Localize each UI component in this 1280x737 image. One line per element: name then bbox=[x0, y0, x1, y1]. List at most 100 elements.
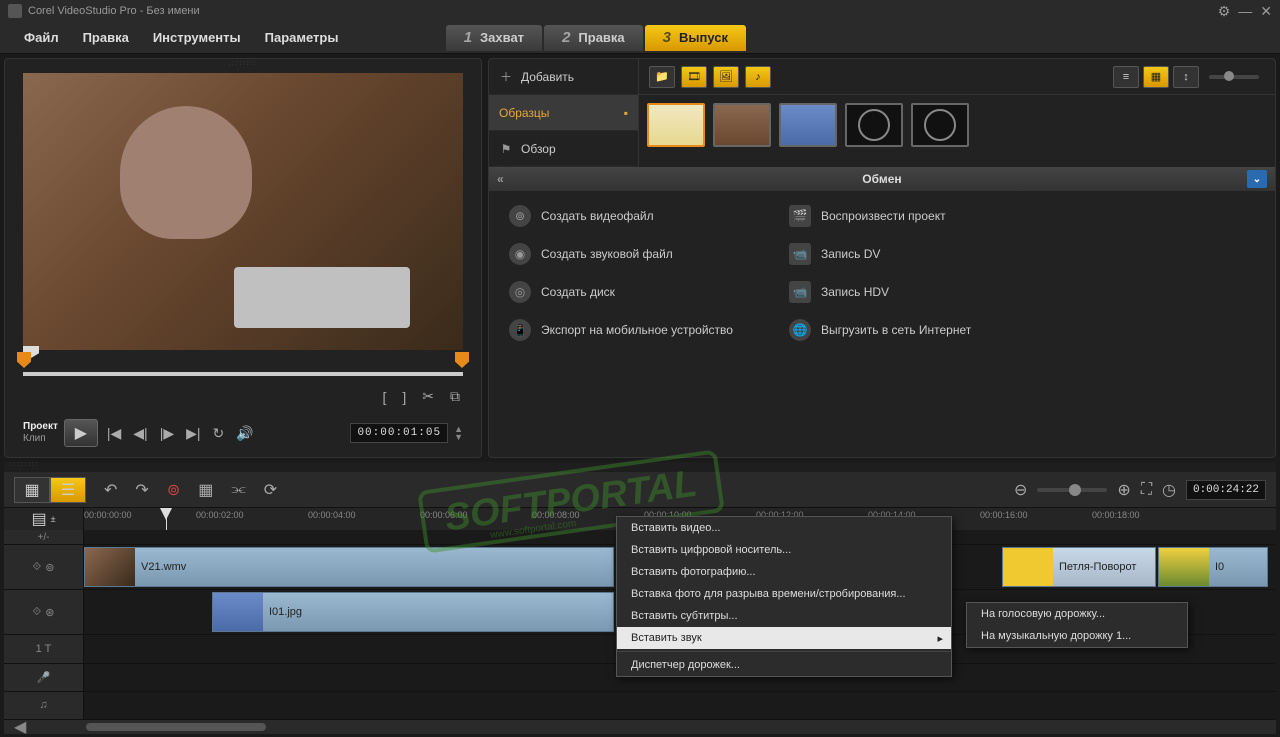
timeline-scrollbar[interactable]: ◀ bbox=[4, 720, 1276, 734]
create-disc[interactable]: ◎Создать диск bbox=[509, 281, 789, 303]
mark-in-button[interactable]: [ bbox=[379, 389, 389, 405]
exchange-bar[interactable]: « Обмен ⌄ bbox=[489, 167, 1275, 191]
step-capture[interactable]: 1Захват bbox=[446, 25, 542, 51]
fit-project-icon[interactable]: ⛶ bbox=[1141, 481, 1152, 499]
create-video-file[interactable]: ⊚Создать видеофайл bbox=[509, 205, 789, 227]
music-track[interactable] bbox=[84, 692, 1276, 720]
menu-bar: Файл Правка Инструменты Параметры 1Захва… bbox=[0, 22, 1280, 54]
sort-icon[interactable]: ↕ bbox=[1173, 66, 1199, 88]
mark-out-handle[interactable] bbox=[455, 352, 469, 368]
preview-timecode[interactable]: 00:00:01:05 bbox=[350, 423, 448, 443]
image-clip[interactable]: I01.jpg bbox=[212, 592, 614, 632]
mic-icon: 🎤 bbox=[37, 671, 51, 684]
panel-grip[interactable]: :::::::: bbox=[4, 462, 1276, 472]
cm-insert-audio[interactable]: Вставить звук bbox=[617, 627, 951, 649]
record-dv[interactable]: 📹Запись DV bbox=[789, 243, 1255, 265]
fx-icon[interactable]: ▦ bbox=[198, 480, 213, 500]
settings-icon[interactable]: ⚙ bbox=[1218, 3, 1231, 20]
go-end-icon[interactable]: ▶| bbox=[183, 425, 203, 442]
volume-icon[interactable]: 🔊 bbox=[233, 425, 256, 442]
ruler-tick: 00:00:08:00 bbox=[532, 510, 580, 520]
mode-project[interactable]: Проект bbox=[23, 421, 58, 433]
overlay-track-label[interactable]: ⟐⊛ bbox=[4, 590, 84, 635]
project-duration[interactable]: 0:00:24:22 bbox=[1186, 480, 1266, 500]
audio-wave-icon[interactable]: ⫘ bbox=[231, 481, 245, 499]
cm-insert-video[interactable]: Вставить видео... bbox=[617, 517, 951, 539]
record-icon[interactable]: ⊚ bbox=[167, 480, 180, 500]
lib-add[interactable]: ＋Добавить bbox=[489, 59, 638, 95]
lib-overview[interactable]: ⚑Обзор bbox=[489, 131, 638, 167]
cm-insert-photo[interactable]: Вставить фотографию... bbox=[617, 561, 951, 583]
video-clip[interactable]: V21.wmv bbox=[84, 547, 614, 587]
record-hdv[interactable]: 📹Запись HDV bbox=[789, 281, 1255, 303]
step-edit[interactable]: 2Правка bbox=[544, 25, 643, 51]
cut-clip-icon[interactable]: ✂ bbox=[419, 388, 437, 405]
redo-icon[interactable]: ↷ bbox=[135, 480, 148, 500]
menu-tools[interactable]: Инструменты bbox=[141, 30, 253, 45]
image-clip-end[interactable]: I0 bbox=[1158, 547, 1268, 587]
zoom-in-icon[interactable]: ⊕ bbox=[1117, 480, 1130, 500]
play-project[interactable]: 🎬Воспроизвести проект bbox=[789, 205, 1255, 227]
insert-audio-submenu: На голосовую дорожку... На музыкальную д… bbox=[966, 602, 1188, 648]
close-icon[interactable]: ✕ bbox=[1260, 3, 1272, 20]
lib-thumb[interactable] bbox=[779, 103, 837, 147]
cm-insert-subs[interactable]: Вставить субтитры... bbox=[617, 605, 951, 627]
cm-insert-digital[interactable]: Вставить цифровой носитель... bbox=[617, 539, 951, 561]
storyboard-view-icon[interactable]: ▦ bbox=[14, 477, 50, 503]
chevron-down-icon[interactable]: ⌄ bbox=[1247, 170, 1267, 188]
create-audio-file[interactable]: ◉Создать звуковой файл bbox=[509, 243, 789, 265]
ripple-icon[interactable]: ⟳ bbox=[264, 480, 277, 500]
preview-viewport[interactable] bbox=[23, 73, 463, 350]
repeat-icon[interactable]: ↻ bbox=[210, 425, 228, 442]
record-icon: ◉ bbox=[509, 243, 531, 265]
mark-out-button[interactable]: ] bbox=[399, 389, 409, 405]
menu-edit[interactable]: Правка bbox=[71, 30, 141, 45]
preview-scrubber[interactable] bbox=[23, 358, 463, 384]
export-mobile[interactable]: 📱Экспорт на мобильное устройство bbox=[509, 319, 789, 341]
ruler-tick: 00:00:00:00 bbox=[84, 510, 132, 520]
lib-thumb[interactable] bbox=[713, 103, 771, 147]
cm-to-music-track[interactable]: На музыкальную дорожку 1... bbox=[967, 625, 1187, 647]
cm-insert-timelapse[interactable]: Вставка фото для разрыва времени/стробир… bbox=[617, 583, 951, 605]
step-share[interactable]: 3Выпуск bbox=[645, 25, 746, 51]
marker-track-label[interactable]: +/- bbox=[4, 530, 84, 545]
cm-to-voice-track[interactable]: На голосовую дорожку... bbox=[967, 603, 1187, 625]
cm-track-manager[interactable]: Диспетчер дорожек... bbox=[617, 654, 951, 676]
chevron-left-icon[interactable]: « bbox=[497, 172, 504, 186]
menu-params[interactable]: Параметры bbox=[253, 30, 351, 45]
step-fwd-icon[interactable]: |▶ bbox=[157, 425, 177, 442]
play-button[interactable]: ▶ bbox=[64, 419, 98, 447]
video-track-label[interactable]: ⟐⊚ bbox=[4, 545, 84, 590]
filter-video-icon[interactable]: 🎞 bbox=[681, 66, 707, 88]
minimize-icon[interactable]: — bbox=[1238, 3, 1252, 20]
mark-in-handle[interactable] bbox=[17, 352, 31, 368]
upload-web[interactable]: 🌐Выгрузить в сеть Интернет bbox=[789, 319, 1255, 341]
music-track-label[interactable]: ♫ bbox=[4, 692, 84, 720]
undo-icon[interactable]: ↶ bbox=[104, 480, 117, 500]
thumb-size-slider[interactable] bbox=[1209, 75, 1259, 79]
playback-controls: Проект Клип ▶ |◀ ◀| |▶ ▶| ↻ 🔊 00:00:01:0… bbox=[5, 409, 481, 457]
go-start-icon[interactable]: |◀ bbox=[104, 425, 124, 442]
lib-thumb[interactable] bbox=[647, 103, 705, 147]
split-icon[interactable]: ⧉ bbox=[447, 388, 463, 405]
timeline-view-icon[interactable]: ☰ bbox=[50, 477, 86, 503]
view-grid-icon[interactable]: ▦ bbox=[1143, 66, 1169, 88]
transition-clip[interactable]: Петля-Поворот bbox=[1002, 547, 1156, 587]
zoom-out-icon[interactable]: ⊖ bbox=[1014, 480, 1027, 500]
clock-icon[interactable]: ◷ bbox=[1162, 480, 1176, 500]
lib-thumb[interactable] bbox=[845, 103, 903, 147]
title-track-label[interactable]: 1 T bbox=[4, 635, 84, 663]
view-list-icon[interactable]: ≡ bbox=[1113, 66, 1139, 88]
lib-thumb[interactable] bbox=[911, 103, 969, 147]
track-header-tools[interactable]: ▤± bbox=[4, 508, 84, 530]
mode-clip[interactable]: Клип bbox=[23, 433, 58, 445]
filter-photo-icon[interactable]: 🖼 bbox=[713, 66, 739, 88]
menu-file[interactable]: Файл bbox=[12, 30, 71, 45]
filter-audio-icon[interactable]: ♪ bbox=[745, 66, 771, 88]
folder-open-icon[interactable]: 📁 bbox=[649, 66, 675, 88]
zoom-slider[interactable] bbox=[1037, 488, 1107, 492]
voice-track-label[interactable]: 🎤 bbox=[4, 664, 84, 692]
lib-samples[interactable]: Образцы▪ bbox=[489, 95, 638, 131]
panel-grip[interactable]: :::::::: bbox=[5, 59, 481, 69]
step-back-icon[interactable]: ◀| bbox=[130, 425, 150, 442]
